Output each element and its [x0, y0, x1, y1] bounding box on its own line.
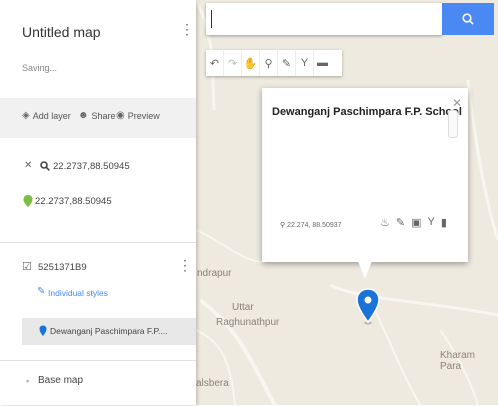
close-icon[interactable]: ✕ [452, 96, 462, 110]
search-result-coords[interactable]: 22.2737,88.50945 [35, 196, 112, 207]
info-window: Dewanganj Paschimpara F.P. School ✕ ⚲ 22… [262, 88, 468, 262]
map-label-place: alsbera [196, 378, 229, 389]
layer-options-icon[interactable]: ⋮ [178, 258, 192, 272]
search-icon [40, 161, 50, 171]
add-marker-icon[interactable]: ⚲ [260, 50, 278, 76]
preview-button[interactable]: ◉ Preview [116, 110, 160, 121]
preview-label: Preview [127, 110, 160, 121]
map-sidebar: Untitled map ⋮ Saving... ◈ Add layer ☻ S… [0, 0, 196, 405]
map-label-place: Uttar [232, 302, 254, 313]
info-window-title: Dewanganj Paschimpara F.P. School [272, 106, 462, 118]
search-result-query: 22.2737,88.50945 [53, 161, 130, 172]
share-button[interactable]: ☻ Share [78, 110, 116, 121]
share-label: Share [91, 110, 116, 121]
paint-bucket-icon[interactable]: ♨ [380, 216, 390, 229]
share-icon: ☻ [78, 110, 89, 121]
base-map-label: Base map [38, 375, 84, 386]
layer-section: ☑ 5251371B9 ⋮ ✎ Individual styles Dewang… [0, 242, 196, 361]
coords-text: 22.274, 88.50937 [287, 222, 342, 229]
route-icon[interactable]: Y [296, 50, 314, 76]
info-window-scrollbar[interactable] [448, 110, 458, 138]
map-title[interactable]: Untitled map [22, 24, 101, 40]
draw-line-icon[interactable]: ✎ [278, 50, 296, 76]
map-label-place: Kharam Para [440, 350, 476, 372]
map-label-place: ndrapur [197, 268, 232, 279]
paint-roller-icon: ✎ [37, 286, 46, 297]
close-icon[interactable]: ✕ [24, 160, 32, 171]
delete-icon[interactable]: ▮ [441, 216, 447, 229]
search-icon [462, 13, 474, 25]
camera-icon[interactable]: ▣ [411, 216, 421, 229]
ruler-icon[interactable]: ▬ [314, 50, 331, 76]
base-map-section[interactable]: ▪ Base map [0, 360, 196, 406]
map-label-place: Raghunathpur [216, 317, 280, 328]
list-item[interactable]: Dewanganj Paschimpara F.P.... [22, 318, 196, 345]
edit-icon[interactable]: ✎ [396, 216, 405, 229]
save-status: Saving... [22, 63, 58, 73]
more-vert-icon[interactable]: ⋮ [180, 22, 194, 36]
add-layer-button[interactable]: ◈ Add layer [22, 110, 71, 121]
info-window-actions: ♨ ✎ ▣ Y ▮ [380, 216, 447, 229]
add-layer-label: Add layer [32, 110, 71, 121]
layer-item-label: Dewanganj Paschimpara F.P.... [50, 326, 168, 336]
collapse-icon[interactable]: ▪ [26, 376, 29, 386]
layers-icon: ◈ [22, 110, 30, 121]
directions-icon[interactable]: Y [428, 216, 435, 229]
redo-icon[interactable]: ↷ [224, 50, 242, 76]
map-marker-icon[interactable] [356, 288, 380, 326]
preview-icon: ◉ [116, 110, 125, 121]
panel-actions: ◈ Add layer ☻ Share ◉ Preview [0, 98, 196, 138]
undo-icon[interactable]: ↶ [206, 50, 224, 76]
info-window-tail [358, 261, 372, 279]
search-button[interactable] [442, 3, 494, 35]
layer-style-link[interactable]: Individual styles [48, 288, 108, 298]
search-input[interactable] [206, 3, 442, 35]
hand-icon[interactable]: ✋ [242, 50, 260, 76]
layer-name[interactable]: 5251371B9 [38, 262, 87, 273]
search-marker-icon[interactable] [23, 194, 33, 208]
map-toolbar: ↶ ↷ ✋ ⚲ ✎ Y ▬ [206, 50, 342, 76]
checkbox-checked-icon[interactable]: ☑ [22, 260, 32, 273]
layer-marker-icon [39, 325, 47, 336]
info-window-coords: ⚲ 22.274, 88.50937 [280, 221, 342, 229]
text-caret [211, 10, 212, 28]
